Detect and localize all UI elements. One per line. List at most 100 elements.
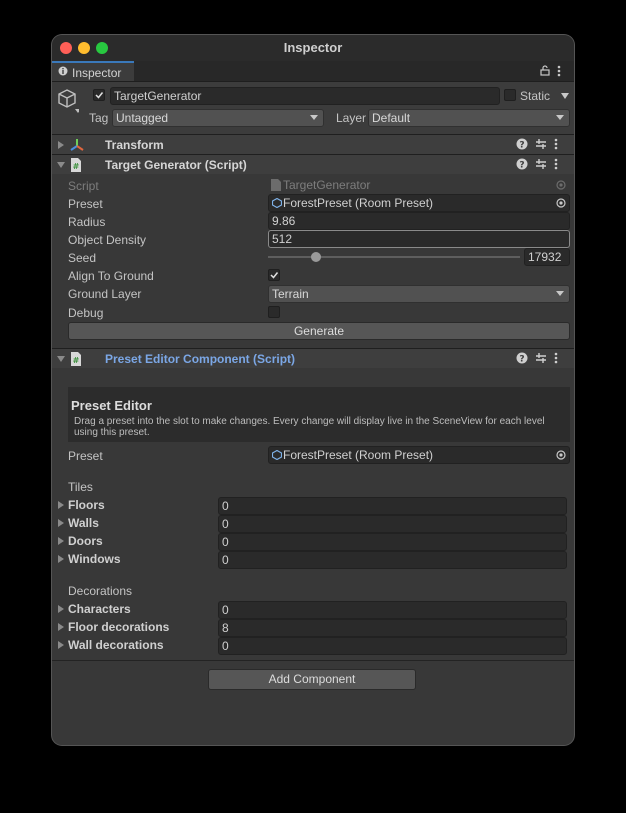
inspector-window: Inspector Inspector TargetGenerator Stat…	[52, 35, 574, 745]
preset-label: Preset	[68, 197, 103, 211]
list-item-label: Windows	[68, 552, 121, 566]
object-picker-icon[interactable]	[556, 450, 566, 460]
transform-header[interactable]: Transform ?	[52, 134, 574, 154]
seed-slider-track[interactable]	[268, 256, 520, 258]
component-header-icons: ?	[516, 158, 566, 172]
tag-label: Tag	[89, 111, 109, 125]
svg-text:?: ?	[519, 141, 524, 151]
foldout-collapsed-icon[interactable]	[58, 623, 64, 631]
tab-bar: Inspector	[52, 61, 574, 82]
target-generator-title: Target Generator (Script)	[105, 158, 247, 172]
help-icon[interactable]: ?	[516, 158, 528, 170]
script-file-icon: #	[71, 352, 81, 366]
list-item-characters[interactable]: Characters 0	[52, 600, 574, 619]
list-item-value[interactable]: 8	[218, 619, 567, 637]
seed-input[interactable]: 17932	[524, 248, 570, 266]
ground-layer-label: Ground Layer	[68, 287, 142, 301]
help-icon[interactable]: ?	[516, 138, 528, 150]
radius-input[interactable]: 9.86	[268, 212, 570, 230]
svg-text:?: ?	[519, 161, 524, 171]
transform-title: Transform	[105, 138, 164, 152]
tiles-header: Tiles	[68, 480, 93, 494]
editor-preset-label: Preset	[68, 449, 103, 463]
align-to-ground-label: Align To Ground	[68, 269, 154, 283]
ground-layer-dropdown[interactable]: Terrain	[268, 285, 570, 303]
settings-sliders-icon[interactable]	[535, 352, 547, 364]
generate-button[interactable]: Generate	[68, 322, 570, 340]
foldout-collapsed-icon[interactable]	[58, 141, 64, 149]
title-bar: Inspector	[52, 35, 574, 61]
list-item-label: Floor decorations	[68, 620, 170, 634]
list-item-windows[interactable]: Windows 0	[52, 550, 574, 569]
layer-label: Layer	[336, 111, 367, 125]
preset-value: ForestPreset (Room Preset)	[283, 196, 434, 210]
divider	[52, 660, 574, 661]
foldout-expanded-icon[interactable]	[57, 356, 65, 362]
editor-preset-object-field[interactable]: ForestPreset (Room Preset)	[268, 446, 570, 464]
object-picker-icon	[556, 180, 566, 190]
foldout-expanded-icon[interactable]	[57, 162, 65, 168]
list-item-floor-decorations[interactable]: Floor decorations 8	[52, 618, 574, 637]
debug-label: Debug	[68, 306, 104, 320]
object-density-input[interactable]: 512	[268, 230, 570, 248]
help-icon[interactable]: ?	[516, 352, 528, 364]
align-to-ground-checkbox[interactable]	[268, 269, 280, 281]
settings-sliders-icon[interactable]	[535, 158, 547, 170]
preset-object-field[interactable]: ForestPreset (Room Preset)	[268, 194, 570, 212]
layer-value: Default	[372, 111, 411, 125]
list-item-label: Doors	[68, 534, 103, 548]
layer-dropdown[interactable]: Default	[368, 109, 570, 127]
svg-text:#: #	[73, 162, 80, 171]
chevron-down-icon	[556, 115, 564, 120]
target-generator-header[interactable]: # Target Generator (Script) ?	[52, 154, 574, 174]
tag-value: Untagged	[116, 111, 169, 125]
kebab-menu-icon[interactable]	[554, 352, 558, 364]
list-item-walls[interactable]: Walls 0	[52, 514, 574, 533]
kebab-menu-icon[interactable]	[554, 158, 558, 170]
debug-checkbox[interactable]	[268, 306, 280, 318]
list-item-doors[interactable]: Doors 0	[52, 532, 574, 551]
checkmark-icon	[270, 272, 279, 279]
active-checkbox[interactable]	[93, 89, 105, 101]
seed-label: Seed	[68, 251, 97, 265]
list-item-value[interactable]: 0	[218, 515, 567, 533]
static-checkbox[interactable]	[504, 89, 516, 101]
foldout-collapsed-icon[interactable]	[58, 537, 64, 545]
lock-icon[interactable]	[540, 65, 550, 76]
svg-text:#: #	[73, 356, 80, 365]
tag-dropdown[interactable]: Untagged	[112, 109, 324, 127]
settings-sliders-icon[interactable]	[535, 138, 547, 150]
gameobject-name-input[interactable]: TargetGenerator	[110, 87, 500, 105]
static-dropdown-arrow-icon[interactable]	[561, 93, 569, 99]
editor-preset-value: ForestPreset (Room Preset)	[283, 448, 434, 462]
foldout-collapsed-icon[interactable]	[58, 641, 64, 649]
chevron-down-icon	[310, 115, 318, 120]
list-item-floors[interactable]: Floors 0	[52, 496, 574, 515]
checkmark-icon	[95, 92, 104, 99]
list-item-wall-decorations[interactable]: Wall decorations 0	[52, 636, 574, 655]
scriptable-object-icon	[272, 450, 282, 460]
seed-slider-thumb[interactable]	[310, 252, 321, 262]
svg-text:?: ?	[519, 355, 524, 365]
foldout-collapsed-icon[interactable]	[58, 555, 64, 563]
preset-editor-header[interactable]: # Preset Editor Component (Script) ?	[52, 348, 574, 368]
info-icon	[58, 66, 68, 76]
object-picker-icon[interactable]	[556, 198, 566, 208]
list-item-value[interactable]: 0	[218, 497, 567, 515]
kebab-menu-icon[interactable]	[554, 138, 558, 150]
list-item-value[interactable]: 0	[218, 551, 567, 569]
list-item-value[interactable]: 0	[218, 637, 567, 655]
foldout-collapsed-icon[interactable]	[58, 501, 64, 509]
list-item-value[interactable]: 0	[218, 533, 567, 551]
ground-layer-value: Terrain	[272, 287, 309, 301]
script-value: TargetGenerator	[283, 178, 371, 192]
preset-editor-box-text-line1: Drag a preset into the slot to make chan…	[74, 416, 545, 427]
tab-inspector[interactable]: Inspector	[52, 61, 134, 81]
list-item-label: Floors	[68, 498, 105, 512]
list-item-label: Characters	[68, 602, 131, 616]
list-item-value[interactable]: 0	[218, 601, 567, 619]
foldout-collapsed-icon[interactable]	[58, 519, 64, 527]
foldout-collapsed-icon[interactable]	[58, 605, 64, 613]
add-component-button[interactable]: Add Component	[208, 669, 416, 690]
kebab-menu-icon[interactable]	[557, 65, 561, 77]
